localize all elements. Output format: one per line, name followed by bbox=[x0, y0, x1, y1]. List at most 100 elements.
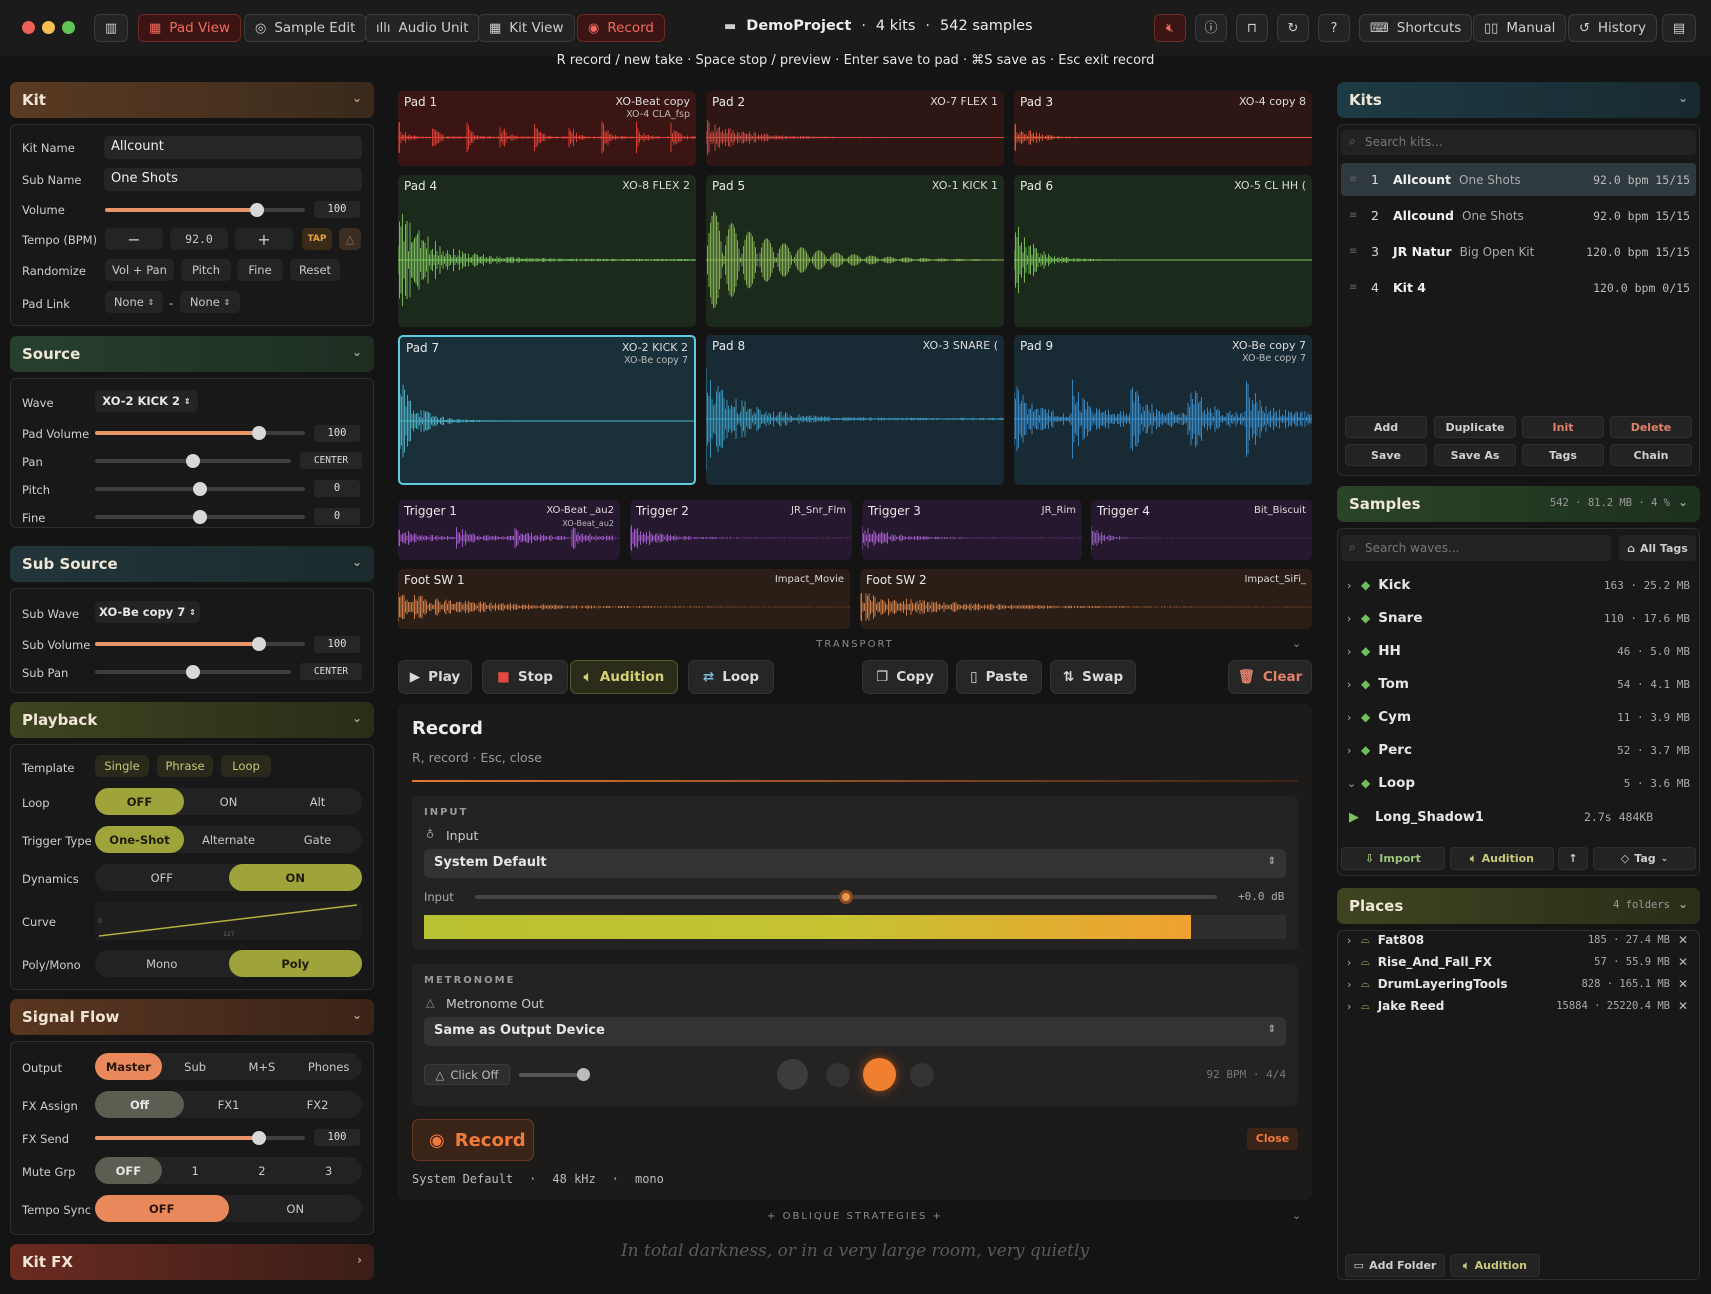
swap-button[interactable]: ⇅ Swap bbox=[1050, 660, 1136, 694]
sample-group-row[interactable]: › ◆ HH 46 · 5.0 MB bbox=[1341, 639, 1696, 663]
pad[interactable]: Pad 3 XO-4 copy 8 bbox=[1014, 91, 1312, 166]
segment-option[interactable]: 1 bbox=[162, 1157, 229, 1184]
refresh-button[interactable]: ↻ bbox=[1277, 14, 1309, 42]
segment-option[interactable]: FX2 bbox=[273, 1091, 362, 1118]
place-row[interactable]: › ⌓ Fat808 185 · 27.4 MB ✕ bbox=[1341, 930, 1696, 950]
remove-icon[interactable]: ✕ bbox=[1678, 933, 1688, 947]
template-phrase-button[interactable]: Phrase bbox=[157, 755, 213, 777]
chevron-down-icon[interactable]: ⌄ bbox=[1341, 777, 1361, 790]
chevron-down-icon[interactable]: ⌄ bbox=[1292, 1209, 1301, 1222]
sample-audition-button[interactable]: 🔈︎ Audition bbox=[1450, 847, 1554, 870]
segment-option[interactable]: Mono bbox=[95, 950, 229, 977]
segment-option[interactable]: M+S bbox=[229, 1053, 296, 1080]
record-button[interactable]: ◉ Record bbox=[412, 1119, 534, 1161]
tempo-value[interactable]: 92.0 bbox=[170, 228, 228, 250]
mute-button[interactable]: 🔇︎ bbox=[1154, 14, 1186, 42]
trigger-pad[interactable]: Trigger 4 Bit_Biscuit bbox=[1091, 500, 1312, 560]
lock-button[interactable]: ⊓ bbox=[1236, 14, 1268, 42]
pad[interactable]: Pad 6 XO-5 CL HH ( bbox=[1014, 175, 1312, 327]
place-row[interactable]: › ⌓ Rise_And_Fall_FX 57 · 55.9 MB ✕ bbox=[1341, 952, 1696, 972]
trigger-pad[interactable]: Trigger 1 XO-Beat _au2 XO-Beat_au2 bbox=[398, 500, 620, 560]
inspector-toggle-button[interactable]: ▤ bbox=[1662, 14, 1696, 42]
slider-knob[interactable] bbox=[577, 1068, 590, 1081]
duplicate-kit-button[interactable]: Duplicate bbox=[1434, 416, 1516, 438]
sub-name-input[interactable]: One Shots bbox=[104, 168, 362, 191]
chain-button[interactable]: Chain bbox=[1610, 444, 1692, 466]
slider-knob[interactable] bbox=[251, 1131, 266, 1145]
clear-button[interactable]: 🗑︎ Clear bbox=[1228, 660, 1312, 694]
tab-sample-edit[interactable]: ◎ Sample Edit bbox=[244, 14, 367, 42]
sub-volume-slider[interactable] bbox=[95, 637, 305, 651]
chevron-right-icon[interactable]: › bbox=[1341, 1000, 1357, 1013]
segment-option[interactable]: OFF bbox=[95, 788, 184, 815]
remove-icon[interactable]: ✕ bbox=[1678, 999, 1688, 1013]
chevron-right-icon[interactable]: › bbox=[1341, 744, 1361, 757]
segment-option[interactable]: ON bbox=[229, 1195, 363, 1222]
paste-button[interactable]: ▯ Paste bbox=[956, 660, 1042, 694]
drag-handle-icon[interactable]: ≡ bbox=[1341, 210, 1363, 221]
pad-volume-slider[interactable] bbox=[95, 426, 305, 440]
loop-button[interactable]: ⇄ Loop bbox=[688, 660, 774, 694]
kits-search-input[interactable]: ⌕ Search kits... bbox=[1341, 130, 1696, 155]
pad-link-b-select[interactable]: None ⇕ bbox=[180, 291, 240, 313]
place-row[interactable]: › ⌓ Jake Reed 15884 · 25220.4 MB ✕ bbox=[1341, 996, 1696, 1016]
kit-list-item[interactable]: ≡ 1 Allcount One Shots 92.0 bpm 15/15 bbox=[1341, 163, 1696, 196]
pad[interactable]: Pad 7 XO-2 KICK 2 XO-Be copy 7 bbox=[398, 335, 696, 485]
help-button[interactable]: ? bbox=[1318, 14, 1350, 42]
close-record-button[interactable]: Close bbox=[1247, 1128, 1298, 1150]
slider-knob[interactable] bbox=[251, 426, 266, 440]
pad[interactable]: Pad 2 XO-7 FLEX 1 bbox=[706, 91, 1004, 166]
place-row[interactable]: › ⌓ DrumLayeringTools 828 · 165.1 MB ✕ bbox=[1341, 974, 1696, 994]
trigger-pad[interactable]: Trigger 2 JR_Snr_Flm bbox=[630, 500, 852, 560]
manual-button[interactable]: ▯▯ Manual bbox=[1473, 14, 1567, 42]
add-folder-button[interactable]: ▭ Add Folder bbox=[1345, 1254, 1445, 1277]
tag-button[interactable]: ◇ Tag ⌄ bbox=[1593, 847, 1696, 870]
segment-option[interactable]: Alternate bbox=[184, 826, 273, 853]
stop-button[interactable]: ■ Stop bbox=[482, 660, 568, 694]
tags-button[interactable]: Tags bbox=[1522, 444, 1604, 466]
chevron-down-icon[interactable]: ⌄ bbox=[1292, 637, 1301, 650]
fine-slider[interactable] bbox=[95, 510, 305, 524]
template-single-button[interactable]: Single bbox=[95, 755, 149, 777]
sample-group-row[interactable]: ⌄ ◆ Loop 5 · 3.6 MB bbox=[1341, 771, 1696, 795]
randomize-vol-pan-button[interactable]: Vol + Pan bbox=[105, 259, 174, 281]
click-toggle-button[interactable]: △ Click Off bbox=[424, 1064, 510, 1085]
tempo-sync-segmented-control[interactable]: OFF ON bbox=[95, 1195, 362, 1222]
dynamics-segmented-control[interactable]: OFF ON bbox=[95, 864, 362, 891]
add-kit-button[interactable]: Add bbox=[1345, 416, 1427, 438]
sub-pan-slider[interactable] bbox=[95, 665, 291, 679]
segment-option[interactable]: Phones bbox=[295, 1053, 362, 1080]
signal-flow-panel-header[interactable]: Signal Flow ⌄ bbox=[10, 999, 374, 1035]
chevron-right-icon[interactable]: › bbox=[1341, 645, 1361, 658]
kit-panel-header[interactable]: Kit ⌄ bbox=[10, 82, 374, 118]
slider-knob[interactable] bbox=[250, 203, 264, 217]
slider-knob[interactable] bbox=[839, 890, 853, 904]
slider-knob[interactable] bbox=[186, 454, 200, 468]
pad[interactable]: Pad 9 XO-Be copy 7 XO-Be copy 7 bbox=[1014, 335, 1312, 485]
close-window-button[interactable] bbox=[22, 21, 35, 34]
tab-audio-unit[interactable]: ıllı Audio Unit bbox=[365, 14, 480, 42]
slider-knob[interactable] bbox=[193, 510, 207, 524]
playback-panel-header[interactable]: Playback ⌄ bbox=[10, 702, 374, 738]
trigger-type-segmented-control[interactable]: One-Shot Alternate Gate bbox=[95, 826, 362, 853]
all-tags-button[interactable]: ⌂ All Tags bbox=[1619, 535, 1696, 561]
segment-option[interactable]: Poly bbox=[228, 950, 362, 977]
chevron-right-icon[interactable]: › bbox=[1341, 978, 1357, 991]
pad[interactable]: Pad 8 XO-3 SNARE ( bbox=[706, 335, 1004, 485]
sample-group-row[interactable]: › ◆ Cym 11 · 3.9 MB bbox=[1341, 705, 1696, 729]
sub-source-panel-header[interactable]: Sub Source ⌄ bbox=[10, 546, 374, 582]
chevron-right-icon[interactable]: › bbox=[1341, 612, 1361, 625]
mute-group-segmented-control[interactable]: OFF 1 2 3 bbox=[95, 1157, 362, 1184]
kit-list-item[interactable]: ≡ 2 Allcound One Shots 92.0 bpm 15/15 bbox=[1341, 199, 1696, 232]
segment-option[interactable]: One-Shot bbox=[95, 826, 184, 853]
shortcuts-button[interactable]: ⌨ Shortcuts bbox=[1359, 14, 1473, 42]
segment-option[interactable]: Gate bbox=[273, 826, 362, 853]
play-button[interactable]: ▶ Play bbox=[398, 660, 472, 694]
import-button[interactable]: ⇩ Import bbox=[1341, 847, 1445, 870]
input-gain-slider[interactable] bbox=[475, 890, 1217, 904]
randomize-fine-button[interactable]: Fine bbox=[237, 259, 283, 281]
places-audition-button[interactable]: 🔈︎ Audition bbox=[1450, 1254, 1540, 1277]
segment-option[interactable]: 3 bbox=[295, 1157, 362, 1184]
save-kit-button[interactable]: Save bbox=[1345, 444, 1427, 466]
tempo-increment-button[interactable]: + bbox=[235, 228, 293, 250]
